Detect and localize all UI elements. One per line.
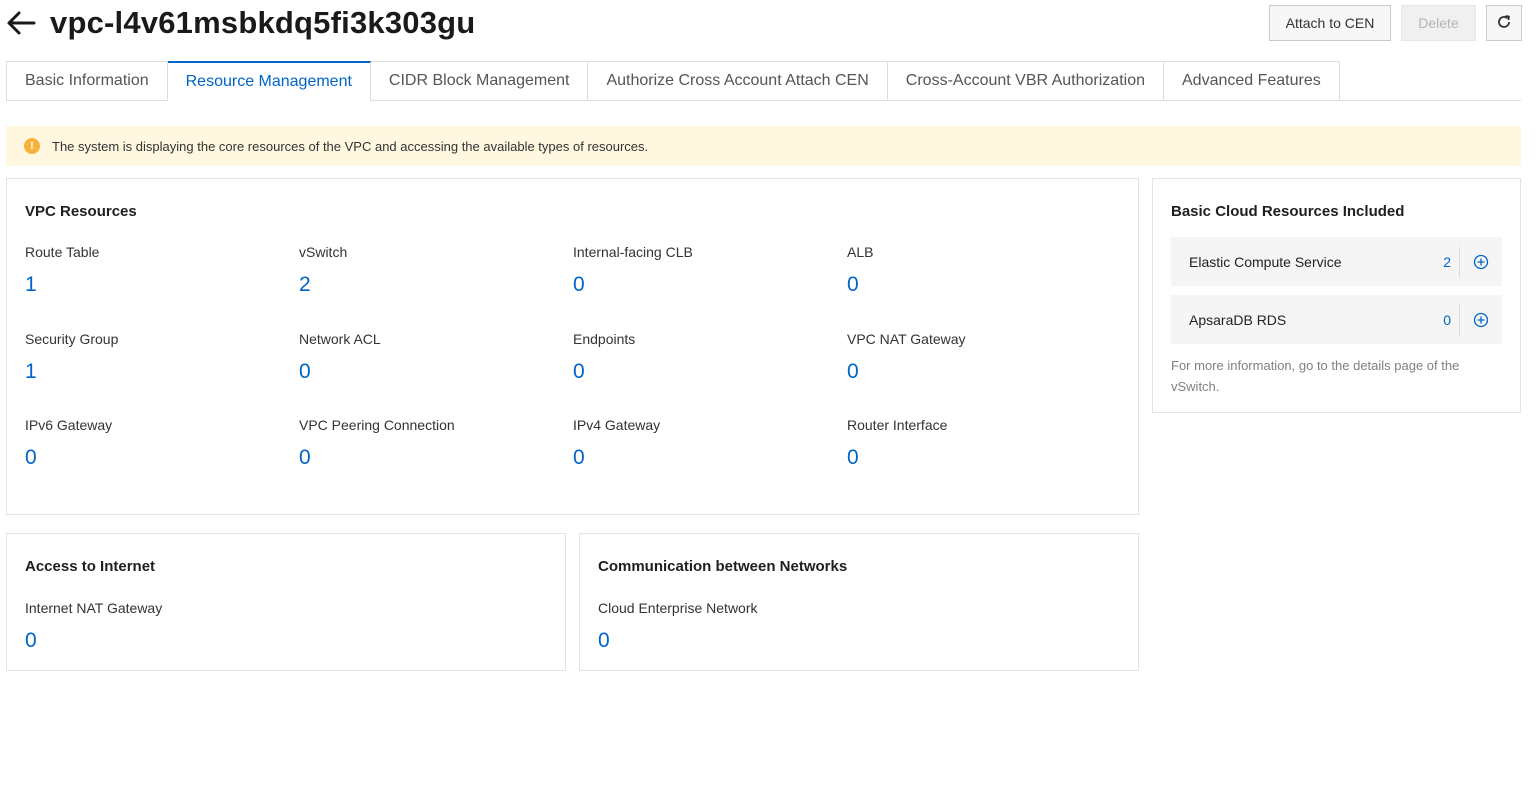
resource-count-link[interactable]: 2 [299,273,569,297]
tab-advanced-features[interactable]: Advanced Features [1164,61,1340,101]
network-communication-title: Communication between Networks [598,558,848,575]
resource-label: Endpoints [573,331,636,347]
cloud-resources-panel: Basic Cloud Resources Included Elastic C… [1152,178,1521,413]
resource-vswitch: vSwitch 2 [299,243,569,297]
page-header: vpc-l4v61msbkdq5fi3k303gu Attach to CEN … [0,0,1539,50]
vpc-resources-title: VPC Resources [25,203,137,220]
resource-internal-clb: Internal-facing CLB 0 [573,243,843,297]
vpc-resources-panel: VPC Resources Route Table 1 vSwitch 2 In… [6,178,1139,515]
resource-label: IPv6 Gateway [25,417,113,433]
cloud-resource-count[interactable]: 0 [1443,312,1451,328]
resource-endpoints: Endpoints 0 [573,330,843,384]
internet-access-panel: Access to Internet Internet NAT Gateway … [6,533,566,671]
info-notice: ! The system is displaying the core reso… [6,126,1521,166]
resource-cloud-enterprise-network: Cloud Enterprise Network 0 [598,599,868,653]
attach-to-cen-button[interactable]: Attach to CEN [1269,5,1391,41]
resource-count-link[interactable]: 0 [598,629,868,653]
resource-count-link[interactable]: 0 [299,360,569,384]
back-arrow-icon[interactable] [6,10,36,36]
resource-label: VPC NAT Gateway [847,331,966,347]
resource-label: VPC Peering Connection [299,417,455,433]
resource-router-interface: Router Interface 0 [847,416,1117,470]
resource-vpc-nat-gateway: VPC NAT Gateway 0 [847,330,1117,384]
refresh-button[interactable] [1486,5,1522,41]
cloud-resource-name: ApsaraDB RDS [1189,311,1287,328]
page-title: vpc-l4v61msbkdq5fi3k303gu [50,5,476,40]
resource-security-group: Security Group 1 [25,330,295,384]
plus-circle-icon[interactable] [1460,254,1502,270]
resource-label: Cloud Enterprise Network [598,600,758,616]
resource-route-table: Route Table 1 [25,243,295,297]
resource-count-link[interactable]: 0 [847,273,1117,297]
resource-network-acl: Network ACL 0 [299,330,569,384]
internet-access-title: Access to Internet [25,558,156,575]
resource-count-link[interactable]: 0 [847,446,1117,470]
tab-authorize-cross-account-attach-cen[interactable]: Authorize Cross Account Attach CEN [588,61,888,101]
resource-internet-nat-gateway: Internet NAT Gateway 0 [25,599,295,653]
resource-label: Router Interface [847,417,948,433]
resource-alb: ALB 0 [847,243,1117,297]
network-communication-panel: Communication between Networks Cloud Ent… [579,533,1139,671]
delete-button[interactable]: Delete [1401,5,1476,41]
resource-count-link[interactable]: 0 [573,273,843,297]
resource-count-link[interactable]: 0 [25,446,295,470]
tab-cidr-block-management[interactable]: CIDR Block Management [370,61,589,101]
resource-count-link[interactable]: 0 [847,360,1117,384]
resource-label: Network ACL [299,331,381,347]
resource-count-link[interactable]: 1 [25,273,295,297]
cloud-resource-name: Elastic Compute Service [1189,253,1342,270]
tab-resource-management[interactable]: Resource Management [167,61,371,102]
tab-basic-information[interactable]: Basic Information [6,61,168,101]
resource-count-link[interactable]: 0 [299,446,569,470]
warning-icon: ! [24,138,40,154]
cloud-resource-row-rds: ApsaraDB RDS 0 [1171,295,1502,344]
resource-label: Security Group [25,331,119,347]
resource-count-link[interactable]: 1 [25,360,295,384]
refresh-icon [1496,14,1512,33]
tab-bar: Basic Information Resource Management CI… [6,61,1340,102]
resource-label: IPv4 Gateway [573,417,661,433]
cloud-resource-count[interactable]: 2 [1443,254,1451,270]
resource-count-link[interactable]: 0 [573,360,843,384]
cloud-resources-title: Basic Cloud Resources Included [1171,203,1405,220]
notice-text: The system is displaying the core resour… [52,138,649,154]
resource-label: vSwitch [299,244,348,260]
resource-vpc-peering: VPC Peering Connection 0 [299,416,569,470]
resource-label: Route Table [25,244,100,260]
tab-cross-account-vbr-authorization[interactable]: Cross-Account VBR Authorization [887,61,1164,101]
cloud-resources-note: For more information, go to the details … [1171,358,1460,394]
resource-count-link[interactable]: 0 [573,446,843,470]
cloud-resource-row-ecs: Elastic Compute Service 2 [1171,237,1502,286]
resource-label: Internal-facing CLB [573,244,693,260]
resource-count-link[interactable]: 0 [25,629,295,653]
resource-label: ALB [847,244,874,260]
resource-ipv4-gateway: IPv4 Gateway 0 [573,416,843,470]
resource-label: Internet NAT Gateway [25,600,163,616]
resource-ipv6-gateway: IPv6 Gateway 0 [25,416,295,470]
plus-circle-icon[interactable] [1460,312,1502,328]
